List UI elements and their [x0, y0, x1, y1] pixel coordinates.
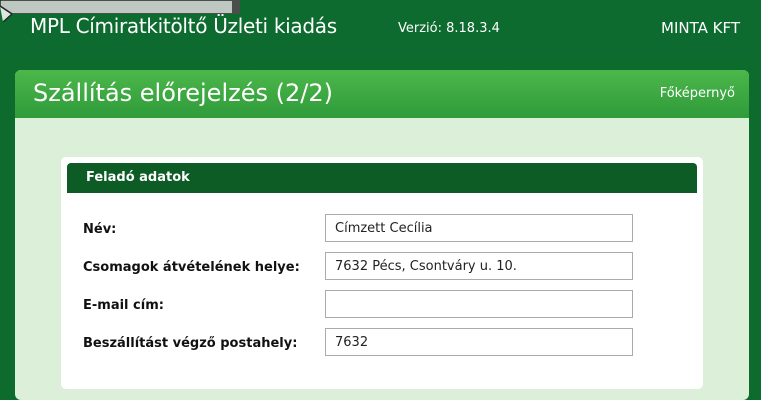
- delivery-post-office-field[interactable]: [325, 328, 633, 356]
- name-field[interactable]: [325, 214, 633, 242]
- email-row: E-mail cím:: [83, 290, 683, 320]
- app-title: MPL Címiratkitöltő Üzleti kiadás: [30, 14, 337, 38]
- panel-header: Szállítás előrejelzés (2/2) Főképernyő: [15, 70, 749, 118]
- main-panel: Szállítás előrejelzés (2/2) Főképernyő F…: [15, 70, 749, 400]
- delivery-post-office-label: Beszállítást végző postahely:: [83, 336, 298, 351]
- email-field[interactable]: [325, 290, 633, 318]
- callout-arrow-icon: [0, 5, 14, 22]
- app-header-bar: MPL Címiratkitöltő Üzleti kiadás Verzió:…: [0, 0, 761, 58]
- pickup-location-label: Csomagok átvételének helye:: [83, 260, 300, 275]
- window-corner-decoration: [0, 0, 240, 14]
- card-header: Feladó adatok: [67, 163, 697, 193]
- app-version: Verzió: 8.18.3.4: [398, 21, 500, 36]
- pickup-location-row: Csomagok átvételének helye:: [83, 252, 683, 282]
- email-label: E-mail cím:: [83, 298, 164, 313]
- card-title: Feladó adatok: [86, 170, 190, 185]
- page-title: Szállítás előrejelzés (2/2): [33, 79, 333, 107]
- home-link[interactable]: Főképernyő: [660, 86, 735, 101]
- pickup-location-field[interactable]: [325, 252, 633, 280]
- name-label: Név:: [83, 222, 117, 237]
- company-name: MINTA KFT: [661, 19, 740, 37]
- delivery-post-office-row: Beszállítást végző postahely:: [83, 328, 683, 358]
- name-row: Név:: [83, 214, 683, 244]
- sender-data-card: Feladó adatok Név: Csomagok átvételének …: [61, 157, 703, 389]
